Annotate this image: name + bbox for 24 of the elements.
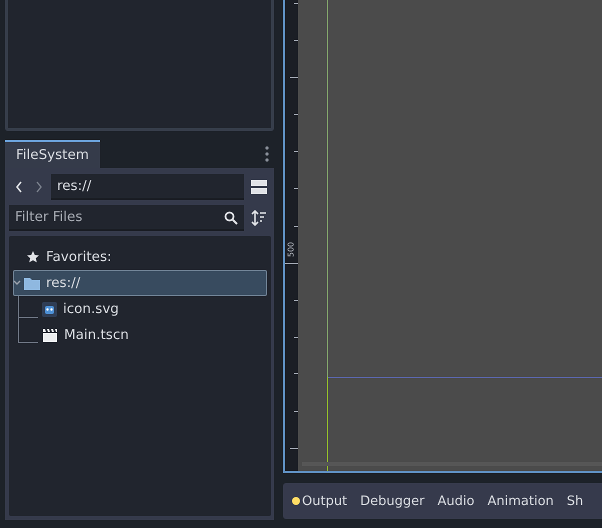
ruler-label: 500 xyxy=(286,240,296,258)
sort-icon[interactable] xyxy=(251,210,267,226)
path-field[interactable]: res:// xyxy=(51,174,244,200)
back-icon[interactable] xyxy=(15,181,23,193)
panel-tab[interactable]: Debugger xyxy=(360,494,425,508)
tree-item[interactable]: icon.svg xyxy=(37,296,267,322)
panel-tab[interactable]: Animation xyxy=(487,494,554,508)
folder-icon xyxy=(24,276,40,290)
kebab-menu-icon[interactable] xyxy=(265,146,269,162)
tree-item[interactable]: res:// xyxy=(13,270,267,296)
forward-icon[interactable] xyxy=(35,181,43,193)
dock-tab[interactable]: FileSystem xyxy=(5,140,100,168)
tree-item[interactable]: Main.tscn xyxy=(37,322,267,348)
panel-tab[interactable]: Audio xyxy=(438,494,474,508)
star-icon xyxy=(26,250,40,264)
panel-tab[interactable]: Sh xyxy=(566,494,584,508)
filter-field[interactable]: Filter Files xyxy=(9,205,244,231)
robot-icon xyxy=(42,302,57,316)
panel-tab[interactable]: Output xyxy=(292,494,348,508)
layout-toggle-icon[interactable] xyxy=(251,179,267,195)
clapperboard-icon xyxy=(42,328,58,342)
favorites-item[interactable]: Favorites: xyxy=(25,244,267,270)
notification-dot xyxy=(292,497,300,505)
search-icon xyxy=(224,211,238,225)
